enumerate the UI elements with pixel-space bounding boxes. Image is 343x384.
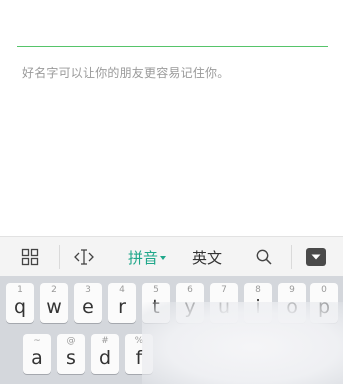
ime-toolbar: 拼音 英文 [0,236,343,277]
name-input[interactable] [17,20,328,47]
keyboard: 1 q 2 w 3 e 4 r 5 t 6 y 7 u 8 i 9 o 0 p … [0,276,343,384]
blurred-region [142,302,343,384]
pinyin-label: 拼音 [127,248,158,267]
key-e[interactable]: 3 e [74,283,102,323]
english-label: 英文 [191,248,222,267]
cursor-move-icon[interactable] [66,237,102,277]
key-a[interactable]: ~ a [23,334,51,374]
search-icon[interactable] [248,237,280,277]
key-w[interactable]: 2 w [40,283,68,323]
key-r[interactable]: 4 r [108,283,136,323]
name-edit-area: 好名字可以让你的朋友更容易记住你。 [0,0,343,236]
english-mode-button[interactable]: 英文 [182,237,232,277]
toolbar-divider [291,245,292,269]
toolbar-divider [59,245,60,269]
key-s[interactable]: @ s [57,334,85,374]
grid-icon[interactable] [12,237,48,277]
chevron-down-icon [160,256,166,260]
key-q[interactable]: 1 q [6,283,34,323]
collapse-keyboard-icon[interactable] [298,237,334,277]
key-d[interactable]: # d [91,334,119,374]
pinyin-mode-button[interactable]: 拼音 [118,237,176,277]
name-hint-text: 好名字可以让你的朋友更容易记住你。 [22,66,230,80]
